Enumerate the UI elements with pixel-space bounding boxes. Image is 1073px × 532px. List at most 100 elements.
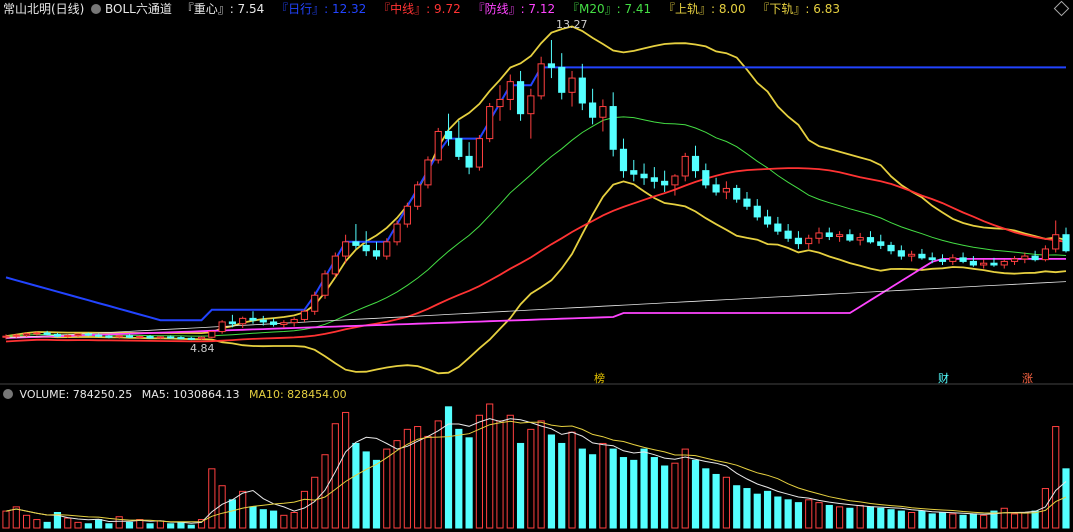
candle-body [146, 336, 154, 339]
volume-bar [455, 428, 463, 529]
volume-bar [599, 442, 607, 529]
volume-bar [208, 468, 216, 529]
volume-bar [249, 506, 257, 529]
candle-body [527, 95, 535, 115]
volume-bar [949, 513, 957, 529]
candle-body [197, 336, 206, 340]
volume-bar [259, 509, 267, 529]
candle-body [846, 234, 854, 241]
volume-bar [372, 459, 381, 529]
volume-bar [228, 499, 236, 529]
candle-body [33, 332, 41, 335]
legend-volume: VOLUME: 784250.25 [19, 388, 133, 401]
series-line-rixing [5, 66, 1066, 322]
volume-bar [856, 504, 864, 529]
candle-body [311, 294, 319, 312]
candle-body [455, 138, 463, 157]
candle-body [969, 260, 977, 266]
marker-zhang[interactable]: 涨 [1020, 372, 1035, 385]
candle-body [815, 232, 823, 239]
volume-bar [805, 499, 813, 529]
candle-body [475, 138, 483, 168]
volume-bar [568, 431, 576, 529]
candle-body [980, 262, 988, 266]
low-price-label: 4.84 [190, 342, 215, 355]
volume-bar [866, 506, 875, 529]
candle-body [84, 333, 92, 336]
indicator-lines [5, 25, 1067, 375]
candle-body [342, 241, 350, 257]
volume-bar [671, 462, 679, 529]
volume-bar [2, 510, 10, 529]
volume-bar [815, 502, 823, 529]
candle-body [239, 317, 247, 325]
volume-bar [506, 414, 514, 529]
volume-bar [537, 420, 545, 529]
candle-body [630, 170, 638, 175]
volume-bar [712, 473, 720, 529]
candle-body [516, 81, 525, 115]
marker-bang[interactable]: 榜 [592, 372, 607, 385]
candle-body [794, 237, 803, 245]
candle-body [156, 336, 164, 339]
volume-bar [43, 521, 51, 529]
marker-cai[interactable]: 财 [936, 372, 951, 385]
volume-bar [836, 506, 844, 529]
candle-body [95, 334, 103, 337]
volume-bar [352, 442, 360, 529]
candle-body [259, 319, 267, 323]
volume-bar [475, 414, 483, 529]
candle-body [599, 106, 607, 118]
candle-body [486, 106, 494, 140]
candle-body [743, 198, 751, 207]
candle-body [43, 332, 51, 335]
candle-body [609, 106, 617, 150]
candle-body [321, 273, 329, 296]
candle-body [228, 321, 236, 325]
candle-body [218, 321, 226, 333]
volume-bar [887, 509, 895, 529]
volume-bar [733, 485, 741, 529]
candle-body [269, 321, 278, 325]
candle-body [105, 335, 113, 338]
candle-body [22, 333, 31, 336]
volume-bar [22, 514, 31, 529]
candle-body [167, 336, 175, 339]
volume-bar [908, 512, 916, 529]
volume-bar [640, 448, 648, 529]
volume-bar [928, 513, 936, 529]
volume-bar [290, 512, 298, 529]
dropdown-icon[interactable] [3, 389, 13, 399]
volume-bar [681, 448, 689, 529]
volume-bar [774, 496, 782, 529]
candle-body [650, 177, 658, 182]
candle-body [414, 184, 422, 207]
candle-body [805, 237, 813, 245]
candle-body [733, 187, 741, 200]
volume-bar [558, 442, 566, 529]
series-line-m20 [5, 116, 1067, 337]
volume-bar [702, 468, 710, 529]
volume-bar [661, 465, 669, 529]
volume-bars [2, 403, 1070, 529]
candle-body [949, 257, 957, 262]
volume-bar [763, 490, 772, 529]
candle-body [383, 241, 391, 257]
candle-body [671, 175, 679, 186]
candle-body [1000, 260, 1008, 266]
candle-body [959, 257, 967, 262]
volume-bar [115, 516, 123, 529]
volume-bar [496, 420, 504, 529]
candle-body [177, 337, 185, 340]
candle-body [290, 318, 298, 324]
candle-body [722, 187, 730, 193]
candle-body [352, 241, 360, 246]
volume-bar [74, 521, 82, 529]
volume-bar [280, 514, 288, 529]
candle-body [1031, 255, 1039, 261]
volume-bar [187, 524, 195, 529]
volume-bar [1000, 507, 1008, 529]
volume-bar [95, 519, 103, 529]
candle-body [681, 155, 689, 177]
volume-bar [1010, 513, 1019, 529]
